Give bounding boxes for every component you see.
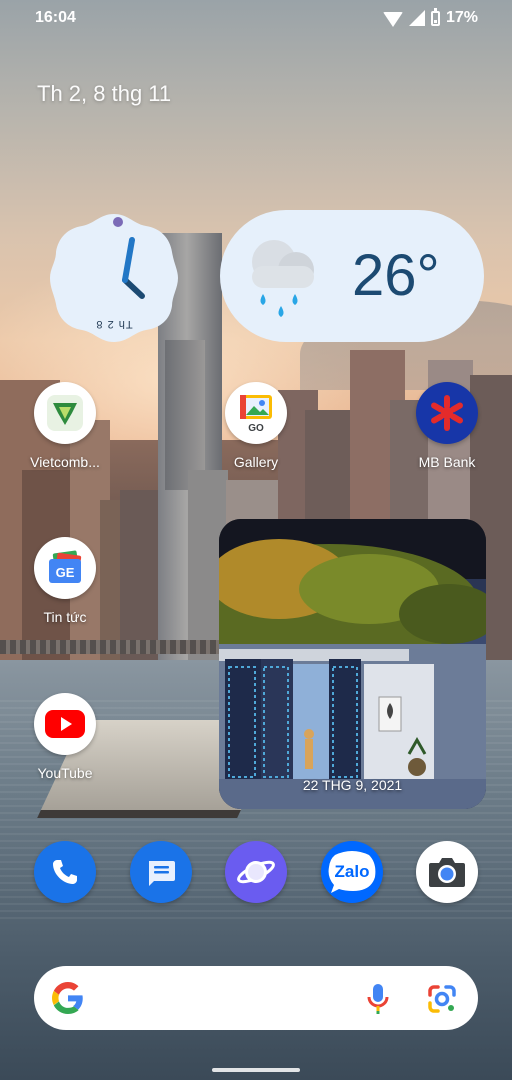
app-label: Gallery — [233, 454, 279, 470]
weather-widget[interactable]: 26° — [220, 210, 484, 342]
messages-icon — [149, 861, 175, 886]
status-time: 16:04 — [35, 9, 76, 26]
zalo-label: Zalo — [335, 862, 370, 881]
app-label: Vietcomb... — [30, 454, 100, 470]
google-news-icon: GE — [34, 537, 96, 599]
battery-percent: 17% — [445, 9, 478, 26]
internet-planet-icon — [237, 860, 275, 884]
rain-cloud-icon — [252, 240, 314, 317]
app-label: MB Bank — [418, 454, 476, 470]
google-search-bar[interactable] — [34, 966, 478, 1030]
gallery-go-icon: GO — [225, 382, 287, 444]
dock-camera-icon[interactable] — [416, 841, 478, 903]
app-mb-bank[interactable]: MB Bank — [402, 382, 492, 470]
zalo-icon: Zalo — [328, 851, 376, 893]
app-vietcombank[interactable]: Vietcomb... — [20, 382, 110, 470]
photo-widget[interactable]: 22 THG 9, 2021 — [219, 519, 486, 809]
camera-icon — [429, 858, 465, 887]
clock-widget[interactable]: Th 2 8 — [48, 212, 180, 344]
photo-date-caption: 22 THG 9, 2021 — [302, 777, 403, 793]
app-google-news[interactable]: GE Tin tức — [20, 537, 110, 625]
clock-date: Th 2 8 — [95, 318, 133, 330]
weather-temperature: 26° — [352, 243, 440, 308]
mb-bank-icon — [416, 382, 478, 444]
dock-messages-icon[interactable] — [130, 841, 192, 903]
google-g-icon — [52, 982, 83, 1014]
vietcombank-icon — [34, 382, 96, 444]
cell-signal-icon — [408, 10, 425, 26]
microphone-icon[interactable] — [366, 982, 390, 1016]
dock-zalo-icon[interactable]: Zalo — [321, 841, 383, 903]
google-lens-icon[interactable] — [426, 983, 458, 1015]
news-badge: GE — [56, 565, 75, 580]
battery-icon — [430, 7, 440, 26]
app-label: YouTube — [37, 765, 93, 781]
gallery-badge: GO — [248, 423, 264, 434]
wifi-icon — [382, 11, 403, 27]
phone-icon — [53, 860, 77, 884]
status-bar: 16:04 17% — [0, 0, 512, 36]
app-gallery[interactable]: GO Gallery — [211, 382, 301, 470]
app-label: Tin tức — [43, 609, 87, 625]
dock-phone-icon[interactable] — [34, 841, 96, 903]
photo-image — [219, 519, 486, 809]
gesture-nav-handle[interactable] — [212, 1068, 300, 1072]
dock-internet-icon[interactable] — [225, 841, 287, 903]
youtube-icon — [34, 693, 96, 755]
date-widget[interactable]: Th 2, 8 thg 11 — [37, 81, 171, 107]
app-youtube[interactable]: YouTube — [20, 693, 110, 781]
